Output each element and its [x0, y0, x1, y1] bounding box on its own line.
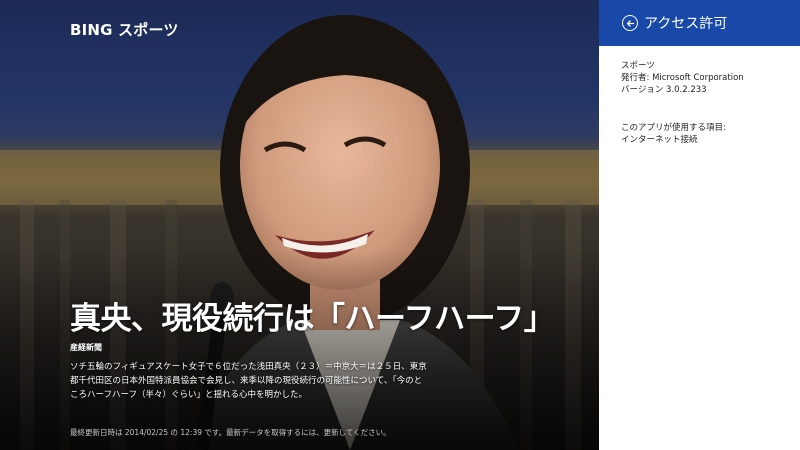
- app-name: スポーツ: [621, 61, 655, 71]
- last-updated-text: 最終更新日時は 2014/02/25 の 12:39 です。最新データを取得する…: [70, 428, 391, 437]
- version-text: バージョン 3.0.2.233: [621, 85, 707, 95]
- permission-item: インターネット接続: [621, 135, 698, 145]
- permissions-heading: このアプリが使用する項目:: [621, 123, 726, 133]
- app-hero: BING スポーツ 真央、現役続行は「ハーフハーフ」 産経新聞 ソチ五輪のフィギ…: [0, 0, 599, 450]
- panel-body: スポーツ 発行者: Microsoft Corporation バージョン 3.…: [599, 46, 800, 146]
- article-summary: ソチ五輪のフィギュアスケート女子で６位だった浅田真央（２３）＝中京大＝は２５日、…: [70, 362, 427, 400]
- app-title: BING スポーツ: [70, 21, 179, 39]
- publisher-text: 発行者: Microsoft Corporation: [621, 73, 744, 83]
- back-arrow-circle-icon[interactable]: [622, 15, 638, 31]
- article-headline[interactable]: 真央、現役続行は「ハーフハーフ」: [70, 293, 555, 338]
- panel-title: アクセス許可: [644, 16, 728, 32]
- permissions-panel: アクセス許可 スポーツ 発行者: Microsoft Corporation バ…: [599, 0, 800, 450]
- panel-header: アクセス許可: [599, 0, 800, 46]
- article-source: 産経新聞: [70, 343, 102, 352]
